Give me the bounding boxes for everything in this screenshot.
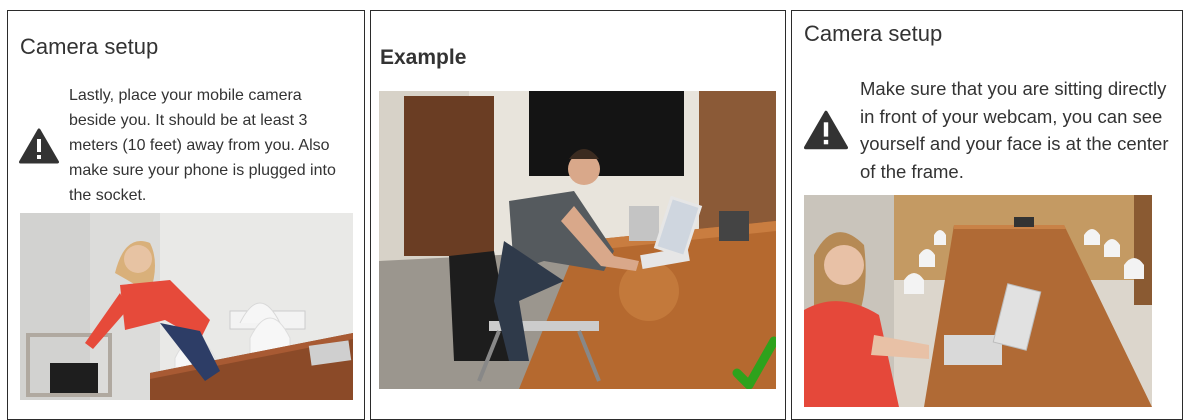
instruction-notice: Make sure that you are sitting directly … xyxy=(804,75,1176,185)
example-panel: Example xyxy=(370,10,786,420)
panel-title: Camera setup xyxy=(804,21,943,46)
panel-title: Camera setup xyxy=(20,34,159,59)
webcam-framing-photo xyxy=(804,195,1152,407)
warning-icon xyxy=(19,128,59,163)
instruction-notice: Lastly, place your mobile camera beside … xyxy=(19,83,349,208)
instruction-text: Lastly, place your mobile camera beside … xyxy=(69,87,336,204)
camera-setup-panel-webcam: Camera setup Make sure that you are sitt… xyxy=(791,10,1183,420)
instruction-text: Make sure that you are sitting directly … xyxy=(860,78,1169,182)
camera-setup-panel-mobile: Camera setup Lastly, place your mobile c… xyxy=(7,10,365,420)
panel-title: Example xyxy=(380,46,467,69)
mobile-camera-setup-photo xyxy=(20,213,353,400)
example-seated-photo xyxy=(379,91,776,389)
warning-icon xyxy=(804,110,848,150)
